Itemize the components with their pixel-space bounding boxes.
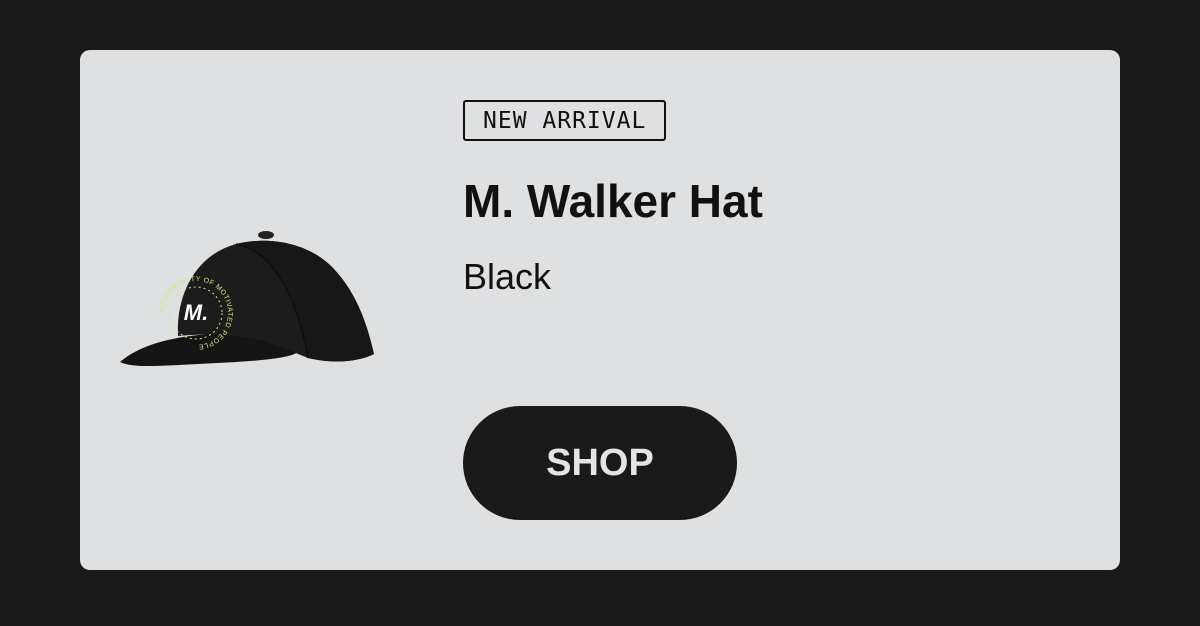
badge-label: NEW ARRIVAL: [483, 107, 647, 134]
cap-icon: A COMMUNITY OF MOTIVATED PEOPLE M.: [120, 231, 374, 366]
product-title[interactable]: M. Walker Hat: [463, 168, 763, 234]
new-arrival-badge: NEW ARRIVAL: [463, 100, 667, 141]
product-image[interactable]: A COMMUNITY OF MOTIVATED PEOPLE M.: [118, 228, 380, 380]
shop-button[interactable]: SHOP: [463, 406, 737, 520]
svg-text:M.: M.: [184, 300, 208, 325]
product-color: Black: [463, 256, 552, 297]
product-card: A COMMUNITY OF MOTIVATED PEOPLE M. NEW A…: [80, 50, 1120, 570]
shop-button-label: SHOP: [546, 441, 654, 484]
